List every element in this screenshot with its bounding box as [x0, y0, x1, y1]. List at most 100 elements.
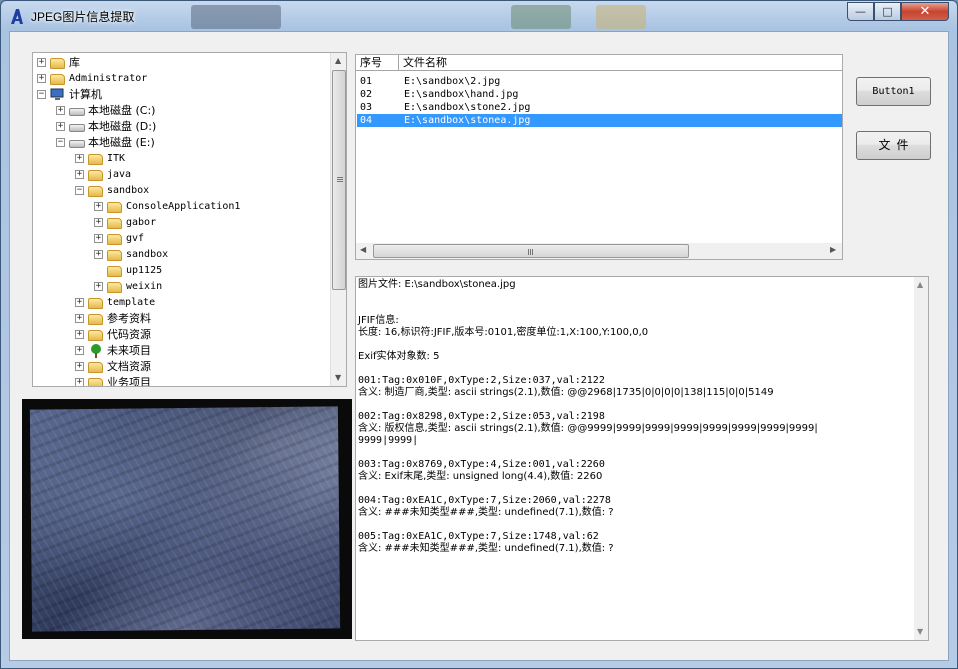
tree-item-label: 文档资源 — [107, 360, 151, 373]
expand-icon[interactable]: + — [75, 154, 84, 163]
list-horizontal-scrollbar[interactable]: ◀ ▶ — [356, 243, 842, 259]
scroll-down-arrow-icon[interactable]: ▼ — [917, 627, 923, 636]
expand-icon[interactable]: + — [75, 314, 84, 323]
stone-photo — [29, 406, 341, 632]
info-vertical-scrollbar[interactable]: ▲ ▼ — [914, 277, 928, 640]
info-line: 003:Tag:0x8769,0xType:4,Size:001,val:226… — [358, 459, 605, 470]
row-filename: E:\sandbox\2.jpg — [404, 76, 501, 87]
maximize-button[interactable]: □ — [874, 2, 901, 21]
row-number: 03 — [360, 102, 373, 113]
column-header-filename[interactable]: 文件名称 — [399, 55, 842, 71]
info-textbox[interactable]: 图片文件: E:\sandbox\stonea.jpg JFIF信息: 长度: 16… — [355, 276, 929, 641]
tree-item[interactable]: + 代码资源 — [75, 327, 335, 343]
expand-icon[interactable]: + — [37, 58, 46, 67]
tree-item-label: 库 — [69, 56, 80, 69]
expand-icon[interactable]: + — [94, 250, 103, 259]
tree-item[interactable]: + gabor — [94, 215, 346, 231]
tree-item-label: 业务项目 — [107, 376, 151, 387]
expand-icon[interactable]: + — [94, 282, 103, 291]
list-row[interactable]: 03 E:\sandbox\stone2.jpg — [357, 101, 842, 114]
list-row-selected[interactable]: 04 E:\sandbox\stonea.jpg — [357, 114, 842, 127]
folder-icon — [107, 234, 122, 245]
file-button[interactable]: 文件 — [856, 131, 931, 160]
column-header-number[interactable]: 序号 — [356, 55, 399, 71]
folder-icon — [88, 314, 103, 325]
info-line: 005:Tag:0xEA1C,0xType:7,Size:1748,val:62 — [358, 531, 599, 542]
expand-icon[interactable]: + — [94, 218, 103, 227]
expand-icon[interactable]: + — [75, 298, 84, 307]
info-line: 002:Tag:0x8298,0xType:2,Size:053,val:219… — [358, 411, 605, 422]
drive-icon — [69, 140, 85, 148]
title-bar[interactable]: JPEG图片信息提取 — □ ✕ — [1, 1, 957, 31]
info-line: 长度: 16,标识符:JFIF,版本号:0101,密度单位:1,X:100,Y:… — [358, 327, 649, 338]
scrollbar-thumb[interactable] — [332, 70, 346, 290]
scroll-right-arrow-icon[interactable]: ▶ — [830, 245, 836, 254]
scroll-left-arrow-icon[interactable]: ◀ — [360, 245, 366, 254]
minimize-button[interactable]: — — [847, 2, 874, 21]
folder-icon — [107, 266, 122, 277]
tree-item-label: Administrator — [69, 73, 148, 84]
expand-icon[interactable]: + — [75, 346, 84, 355]
collapse-icon[interactable]: − — [37, 90, 46, 99]
expand-icon[interactable]: + — [94, 202, 103, 211]
info-line: JFIF信息: — [358, 315, 399, 326]
tree-item[interactable]: + 业务项目 — [75, 375, 335, 387]
tree-item[interactable]: + 参考资料 — [75, 311, 335, 327]
list-row[interactable]: 02 E:\sandbox\hand.jpg — [357, 88, 842, 101]
tree-item[interactable]: + ConsoleApplication1 — [94, 199, 346, 215]
tree-item[interactable]: + 本地磁盘 (C:) — [56, 103, 316, 119]
drive-icon — [69, 108, 85, 116]
scroll-up-arrow-icon[interactable]: ▲ — [917, 280, 923, 289]
file-list[interactable]: 序号 文件名称 01 E:\sandbox\2.jpg 02 E:\sandbox\h… — [355, 54, 843, 260]
folder-icon — [88, 330, 103, 341]
tree-item[interactable]: + 库 — [37, 55, 297, 71]
expand-icon[interactable]: + — [37, 74, 46, 83]
tree-item[interactable]: + sandbox — [94, 247, 346, 263]
tree-item-label: 未来项目 — [107, 344, 151, 357]
collapse-icon[interactable]: − — [56, 138, 65, 147]
directory-tree[interactable]: + 库 + Administrator − 计算机 + 本地磁盘 (C:) + 本地磁盘 (D:)… — [32, 52, 347, 387]
scroll-up-arrow-icon[interactable]: ▲ — [335, 56, 341, 65]
tree-item[interactable]: + Administrator — [37, 71, 297, 87]
client-area: + 库 + Administrator − 计算机 + 本地磁盘 (C:) + 本地磁盘 (D:)… — [9, 31, 949, 661]
title-bar-glass-reflection — [511, 5, 571, 29]
expand-icon[interactable]: + — [56, 122, 65, 131]
expand-icon[interactable]: + — [75, 362, 84, 371]
app-icon — [11, 9, 23, 24]
tree-item[interactable]: + 本地磁盘 (D:) — [56, 119, 316, 135]
tree-vertical-scrollbar[interactable]: ▲ ▼ — [330, 53, 346, 386]
tree-item[interactable]: + java — [75, 167, 335, 183]
tree-item-label: 本地磁盘 (C:) — [88, 104, 156, 117]
expand-icon[interactable]: + — [75, 330, 84, 339]
user-folder-icon — [50, 74, 65, 85]
tree-item-label: 本地磁盘 (D:) — [88, 120, 157, 133]
folder-icon — [88, 362, 103, 373]
scroll-down-arrow-icon[interactable]: ▼ — [335, 373, 341, 382]
tree-item[interactable]: + gvf — [94, 231, 346, 247]
button1[interactable]: Button1 — [856, 77, 931, 106]
expand-icon[interactable]: + — [56, 106, 65, 115]
tree-item-label: 本地磁盘 (E:) — [88, 136, 155, 149]
info-line: 004:Tag:0xEA1C,0xType:7,Size:2060,val:22… — [358, 495, 611, 506]
expand-icon[interactable]: + — [75, 378, 84, 386]
tree-item[interactable]: − sandbox — [75, 183, 335, 199]
scrollbar-thumb[interactable] — [373, 244, 689, 258]
tree-item-label: 参考资料 — [107, 312, 151, 325]
tree-item[interactable]: + ITK — [75, 151, 335, 167]
collapse-icon[interactable]: − — [75, 186, 84, 195]
tree-item-label: 代码资源 — [107, 328, 151, 341]
tree-item[interactable]: − 本地磁盘 (E:) — [56, 135, 316, 151]
expand-icon[interactable]: + — [75, 170, 84, 179]
list-row[interactable]: 01 E:\sandbox\2.jpg — [357, 75, 842, 88]
tree-item-label: gvf — [126, 233, 145, 244]
tree-item[interactable]: − 计算机 — [37, 87, 297, 103]
tree-item[interactable]: + template — [75, 295, 335, 311]
close-button[interactable]: ✕ — [901, 2, 949, 21]
expand-icon[interactable]: + — [94, 234, 103, 243]
info-line: 含义: Exif末尾,类型: unsigned long(4.4),数值: 22… — [358, 471, 603, 482]
tree-item[interactable]: up1125 — [94, 263, 346, 279]
tree-item[interactable]: + 文档资源 — [75, 359, 335, 375]
library-icon — [50, 58, 65, 69]
tree-item[interactable]: + 未来项目 — [75, 343, 335, 359]
tree-item[interactable]: + weixin — [94, 279, 346, 295]
